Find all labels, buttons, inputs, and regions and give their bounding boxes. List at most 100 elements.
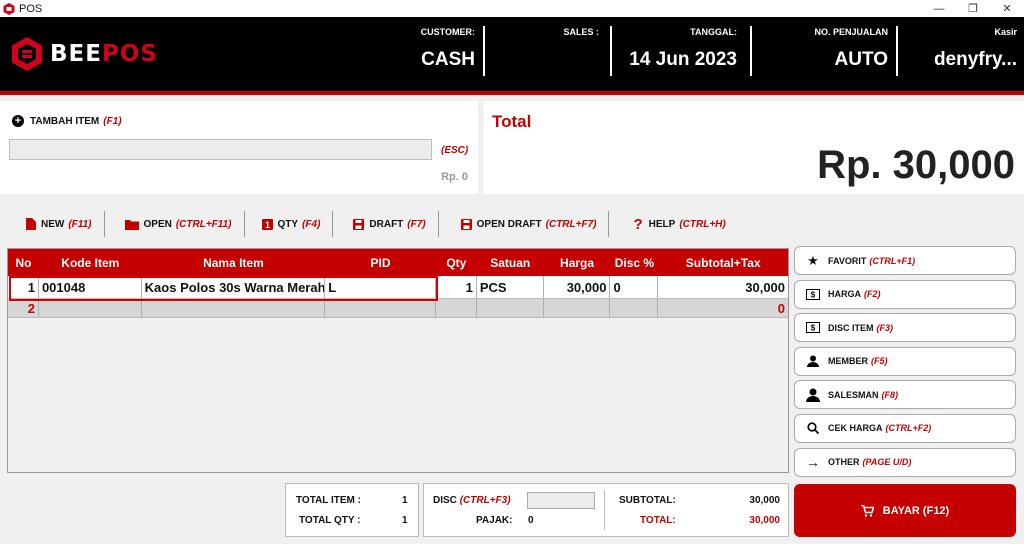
column-header[interactable]: PID [325, 249, 436, 276]
no-penjualan-field[interactable]: NO. PENJUALAN AUTO [790, 27, 888, 77]
cell-disc[interactable] [610, 299, 659, 317]
add-item-label: TAMBAH ITEM [30, 115, 100, 127]
cell-subtotal[interactable]: 0 [658, 299, 788, 317]
open-button[interactable]: OPEN (CTRL+F11) [105, 211, 244, 237]
cell-qty[interactable]: 1 [436, 276, 477, 298]
column-header[interactable]: Satuan [477, 249, 544, 276]
cell-kode-item[interactable] [39, 299, 142, 317]
grand-total-value: 30,000 [749, 515, 780, 526]
person-icon [805, 355, 821, 368]
other-button[interactable]: → OTHER (PAGE U/D) [794, 447, 1016, 477]
cell-kode-item[interactable]: 001048 [39, 276, 142, 298]
cell-pid[interactable]: L [325, 276, 436, 298]
help-button[interactable]: ? HELP (CTRL+H) [609, 211, 737, 237]
qty-button[interactable]: 1 QTY (F4) [245, 211, 333, 237]
cell-no[interactable]: 1 [8, 276, 39, 298]
restore-button[interactable]: ❐ [956, 0, 990, 17]
new-file-icon [26, 218, 36, 230]
member-shortcut: (F5) [871, 356, 888, 367]
plus-circle-icon: + [12, 115, 24, 127]
column-header[interactable]: No [8, 249, 39, 276]
disc-label-group: DISC (CTRL+F3) [433, 495, 511, 506]
cell-qty[interactable] [436, 299, 477, 317]
header-bar: BEEPOS CUSTOMER: CASH SALES : TANGGAL: 1… [0, 17, 1024, 91]
salesman-label: SALESMAN [828, 389, 879, 400]
cell-pid[interactable] [325, 299, 436, 317]
app-logo-icon [3, 2, 15, 15]
column-header[interactable]: Nama Item [142, 249, 326, 276]
cek-harga-button[interactable]: CEK HARGA (CTRL+F2) [794, 413, 1016, 443]
new-shortcut: (F11) [68, 218, 92, 230]
salesman-button[interactable]: SALESMAN (F8) [794, 380, 1016, 410]
favorit-button[interactable]: ★ FAVORIT (CTRL+F1) [794, 246, 1016, 275]
cell-nama-item[interactable]: Kaos Polos 30s Warna Merah [142, 276, 326, 298]
cell-nama-item[interactable] [142, 299, 326, 317]
tanggal-value: 14 Jun 2023 [629, 49, 737, 70]
close-button[interactable]: ✕ [990, 0, 1024, 17]
no-penjualan-label: NO. PENJUALAN [814, 27, 888, 37]
cell-disc[interactable]: 0 [610, 276, 659, 298]
add-item-input[interactable] [9, 139, 432, 160]
favorit-label: FAVORIT [828, 255, 867, 266]
item-grid[interactable]: No Kode Item Nama Item PID Qty Satuan Ha… [7, 248, 789, 473]
help-shortcut: (CTRL+H) [679, 218, 726, 230]
column-header[interactable]: Harga [544, 249, 611, 276]
add-item-shortcut: (F1) [103, 115, 122, 127]
column-header[interactable]: Subtotal+Tax [658, 249, 788, 276]
disc-item-label: DISC ITEM [828, 322, 874, 333]
subtotal-value: 30,000 [749, 495, 780, 506]
no-penjualan-value: AUTO [834, 49, 888, 70]
table-row[interactable]: 1 001048 Kaos Polos 30s Warna Merah L 1 … [8, 276, 788, 299]
total-panel: Total Rp. 30,000 [483, 101, 1024, 194]
cell-harga[interactable]: 30,000 [544, 276, 611, 298]
column-header[interactable]: Disc % [610, 249, 658, 276]
table-row[interactable]: 2 0 [8, 299, 788, 318]
total-item-value: 1 [402, 495, 408, 506]
total-label: Total [492, 112, 532, 131]
tanggal-label: TANGGAL: [690, 27, 737, 37]
cell-harga[interactable] [544, 299, 611, 317]
search-icon [805, 422, 821, 435]
column-header[interactable]: Qty [436, 249, 477, 276]
other-shortcut: (PAGE U/D) [862, 457, 912, 468]
cell-satuan[interactable] [477, 299, 544, 317]
draft-button[interactable]: DRAFT (F7) [333, 211, 437, 237]
salesman-shortcut: (F8) [881, 389, 899, 400]
cell-satuan[interactable]: PCS [477, 276, 544, 298]
disc-item-button[interactable]: $ DISC ITEM (F3) [794, 313, 1016, 343]
new-label: NEW [41, 218, 65, 230]
member-button[interactable]: MEMBER (F5) [794, 346, 1016, 376]
add-item-price: Rp. 0 [441, 171, 468, 183]
money-icon: $ [805, 322, 821, 334]
open-draft-button[interactable]: OPEN DRAFT (CTRL+F7) [439, 211, 609, 237]
cek-harga-shortcut: (CTRL+F2) [885, 423, 932, 434]
column-header[interactable]: Kode Item [39, 249, 142, 276]
sales-label: SALES : [563, 27, 599, 37]
disc-input[interactable] [527, 492, 595, 509]
customer-field[interactable]: CUSTOMER: CASH [400, 27, 475, 77]
payment-summary: DISC (CTRL+F3) PAJAK: 0 SUBTOTAL: 30,000… [423, 483, 789, 537]
new-button[interactable]: NEW (F11) [0, 211, 104, 237]
cell-no[interactable]: 2 [8, 299, 39, 317]
tanggal-field[interactable]: TANGGAL: 14 Jun 2023 [620, 27, 737, 77]
help-label: HELP [648, 218, 676, 230]
brand-name-bee: BEE [50, 41, 102, 67]
open-draft-label: OPEN DRAFT [476, 218, 542, 230]
summary-divider [604, 490, 605, 530]
folder-icon [124, 219, 139, 230]
harga-button[interactable]: $ HARGA (F2) [794, 279, 1016, 309]
header-accent-bar [0, 91, 1024, 95]
money-icon: $ [805, 288, 821, 300]
member-label: MEMBER [828, 356, 868, 367]
draft-label: DRAFT [369, 218, 404, 230]
bayar-button[interactable]: BAYAR (F12) [794, 484, 1016, 537]
customer-label: CUSTOMER: [420, 27, 475, 37]
cell-subtotal[interactable]: 30,000 [658, 276, 788, 298]
open-label: OPEN [143, 218, 172, 230]
sales-field[interactable]: SALES : [510, 27, 599, 77]
minimize-button[interactable]: — [922, 0, 956, 17]
header-divider [483, 26, 485, 76]
draft-shortcut: (F7) [407, 218, 426, 230]
esc-shortcut[interactable]: (ESC) [441, 145, 468, 156]
help-icon: ? [633, 215, 643, 233]
